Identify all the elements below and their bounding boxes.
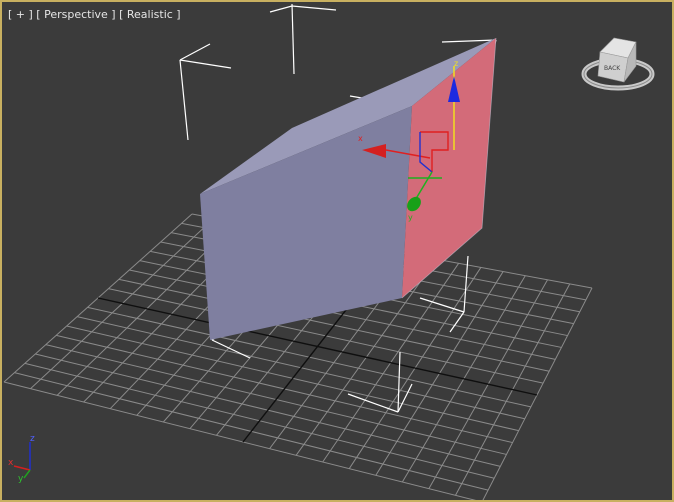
viewport-view-menu[interactable]: [ Perspective ] (36, 8, 115, 21)
tripod-y-label: y (18, 474, 24, 484)
gizmo-x-label: x (358, 134, 363, 143)
scene-canvas[interactable]: x z y BACK (2, 2, 672, 500)
tripod-x-label: x (8, 458, 14, 468)
box-object[interactable] (200, 37, 497, 340)
perspective-viewport[interactable]: [ + ] [ Perspective ] [ Realistic ] x z … (0, 0, 674, 502)
gizmo-z-label: z (454, 59, 458, 68)
axis-tripod-icon: z x y (6, 434, 46, 484)
viewport-plus-menu[interactable]: [ + ] (8, 8, 33, 21)
viewport-label-menu: [ + ] [ Perspective ] [ Realistic ] (8, 8, 181, 21)
gizmo-y-label: y (408, 213, 413, 222)
viewport-shading-menu[interactable]: [ Realistic ] (119, 8, 181, 21)
viewcube-icon[interactable]: BACK (581, 37, 655, 91)
tripod-z-label: z (30, 434, 35, 444)
viewcube-face-label: BACK (604, 65, 621, 72)
